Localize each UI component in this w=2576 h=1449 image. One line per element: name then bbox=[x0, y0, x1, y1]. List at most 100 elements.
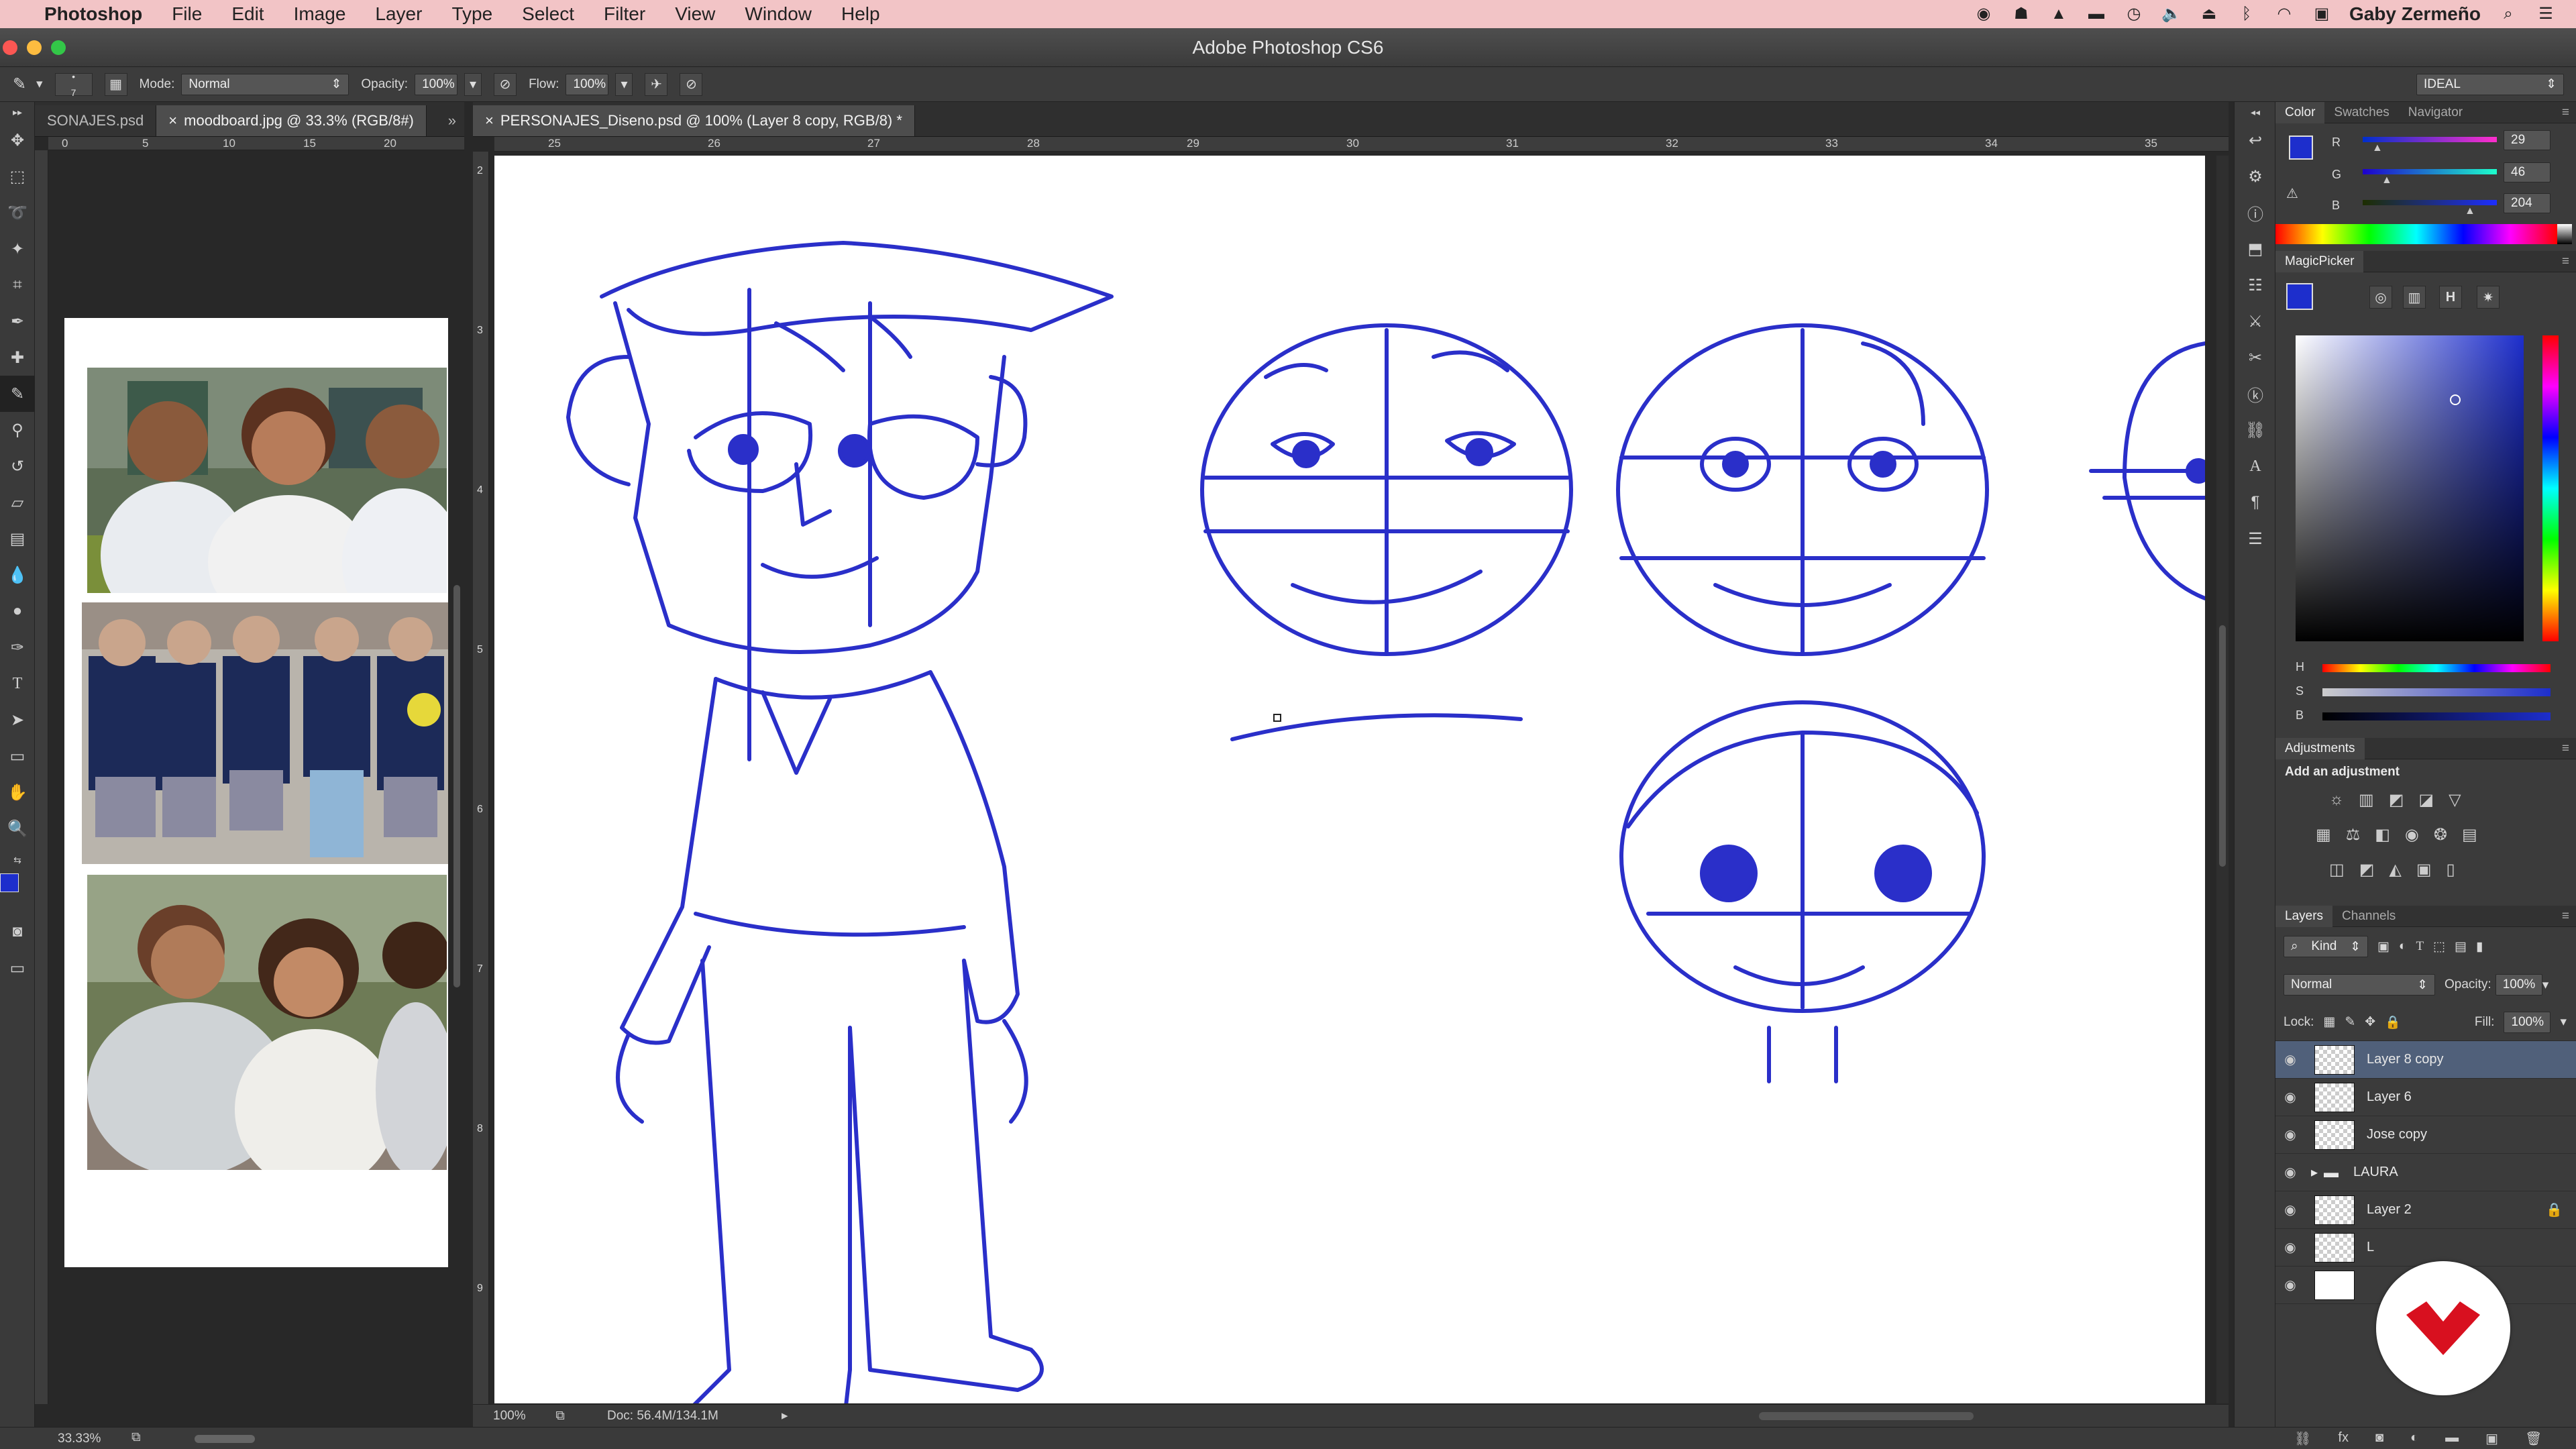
magicpicker-grayscale-icon[interactable]: ▥ bbox=[2403, 286, 2426, 309]
menu-file[interactable]: File bbox=[157, 3, 217, 25]
zoom-window-icon[interactable] bbox=[51, 40, 66, 55]
layer-row[interactable]: ◉ Layer 8 copy bbox=[2275, 1041, 2576, 1079]
airbrush-icon[interactable]: ✈ bbox=[645, 72, 668, 96]
panel-menu-icon[interactable]: ≡ bbox=[2562, 254, 2576, 269]
toggle-brush-panel-icon[interactable]: ▦ bbox=[104, 72, 127, 96]
filter-adjustment-icon[interactable]: ◐ bbox=[2399, 939, 2406, 954]
time-machine-icon[interactable]: ◷ bbox=[2124, 5, 2144, 23]
history-brush-tool-icon[interactable]: ↺ bbox=[0, 448, 35, 484]
layer-row[interactable]: ◉ Layer 2 🔒 bbox=[2275, 1191, 2576, 1229]
levels-icon[interactable]: ▥ bbox=[2359, 790, 2374, 810]
layer-opacity-field[interactable]: 100% bbox=[2495, 974, 2542, 996]
curves-icon[interactable]: ◩ bbox=[2389, 790, 2404, 810]
menu-image[interactable]: Image bbox=[279, 3, 361, 25]
blur-tool-icon[interactable]: 💧 bbox=[0, 557, 35, 593]
info-panel-icon[interactable]: ⓘ bbox=[2235, 195, 2276, 231]
path-selection-tool-icon[interactable]: ➤ bbox=[0, 702, 35, 738]
bluetooth-icon[interactable]: ᛒ bbox=[2237, 5, 2257, 23]
r-value-field[interactable]: 29 bbox=[2504, 130, 2551, 150]
move-tool-icon[interactable]: ✥ bbox=[0, 122, 35, 158]
black-white-icon[interactable]: ◧ bbox=[2375, 825, 2390, 845]
add-mask-icon[interactable]: ◙ bbox=[2375, 1430, 2383, 1447]
document-size-info[interactable]: Doc: 56.4M/134.1M bbox=[580, 1409, 782, 1424]
history-panel-icon[interactable]: ↩ bbox=[2235, 122, 2276, 158]
workspace-switcher[interactable]: IDEAL ⇕ bbox=[2416, 73, 2564, 95]
tool-presets-panel-icon[interactable]: ✂ bbox=[2235, 339, 2276, 376]
lock-position-icon[interactable]: ✥ bbox=[2365, 1014, 2375, 1030]
layer-opacity-dropdown-icon[interactable]: ▾ bbox=[2542, 977, 2549, 993]
color-balance-icon[interactable]: ⚖ bbox=[2346, 825, 2361, 845]
document-vertical-scroll-thumb[interactable] bbox=[2219, 625, 2226, 867]
layer-comps-panel-icon[interactable]: ☰ bbox=[2235, 521, 2276, 557]
fill-dropdown-icon[interactable]: ▾ bbox=[2560, 1014, 2567, 1030]
flow-field[interactable]: 100% bbox=[566, 73, 609, 95]
menu-type[interactable]: Type bbox=[437, 3, 507, 25]
marquee-tool-icon[interactable]: ⬚ bbox=[0, 158, 35, 195]
document-info-icon[interactable]: ⧉ bbox=[540, 1409, 580, 1424]
new-adjustment-layer-icon[interactable]: ◐ bbox=[2410, 1430, 2418, 1447]
photo-filter-icon[interactable]: ◉ bbox=[2405, 825, 2419, 845]
black-white-ramp[interactable] bbox=[2557, 224, 2572, 244]
tab-moodboard[interactable]: × moodboard.jpg @ 33.3% (RGB/8#) bbox=[156, 105, 427, 136]
color-picker-cursor[interactable] bbox=[2450, 394, 2461, 405]
filter-shape-icon[interactable]: ⬚ bbox=[2433, 939, 2445, 955]
lasso-tool-icon[interactable]: ➰ bbox=[0, 195, 35, 231]
visibility-eye-icon[interactable]: ◉ bbox=[2275, 1051, 2305, 1068]
pressure-opacity-icon[interactable]: ⊘ bbox=[494, 72, 517, 96]
menu-select[interactable]: Select bbox=[507, 3, 589, 25]
hue-strip[interactable] bbox=[2542, 335, 2559, 641]
layer-blend-mode-select[interactable]: Normal ⇕ bbox=[2284, 974, 2435, 996]
foreground-color-swatch[interactable] bbox=[0, 873, 19, 892]
tab-navigator[interactable]: Navigator bbox=[2399, 102, 2472, 123]
tab-adjustments[interactable]: Adjustments bbox=[2275, 737, 2365, 759]
delete-layer-icon[interactable]: 🗑 bbox=[2525, 1430, 2542, 1447]
new-group-icon[interactable]: ▬ bbox=[2445, 1430, 2459, 1447]
layer-kind-filter[interactable]: ⌕ Kind ⇕ bbox=[2284, 936, 2368, 957]
tab-layers[interactable]: Layers bbox=[2275, 905, 2333, 927]
brush-tool-icon[interactable]: ✎ bbox=[0, 376, 35, 412]
healing-brush-tool-icon[interactable]: ✚ bbox=[0, 339, 35, 376]
volume-icon[interactable]: 🔈 bbox=[2161, 5, 2182, 23]
magicpicker-settings-icon[interactable]: ✷ bbox=[2477, 286, 2500, 309]
mode-select[interactable]: Normal ⇕ bbox=[181, 73, 350, 95]
menu-edit[interactable]: Edit bbox=[217, 3, 278, 25]
kuler-panel-icon[interactable]: ⓚ bbox=[2235, 376, 2276, 412]
layer-style-icon[interactable]: fx bbox=[2338, 1430, 2349, 1447]
tab-magicpicker[interactable]: MagicPicker bbox=[2275, 250, 2364, 272]
gradient-map-icon[interactable]: ▽ bbox=[2449, 790, 2461, 810]
wifi-icon[interactable]: ◠ bbox=[2274, 5, 2294, 23]
visibility-eye-icon[interactable]: ◉ bbox=[2275, 1239, 2305, 1256]
character-panel-icon[interactable]: A bbox=[2235, 448, 2276, 484]
g-value-field[interactable]: 46 bbox=[2504, 162, 2551, 182]
threshold-icon[interactable]: ◭ bbox=[2389, 860, 2401, 879]
layer-group-row[interactable]: ◉ ▸ ▬ LAURA bbox=[2275, 1154, 2576, 1191]
opacity-dropdown-icon[interactable]: ▾ bbox=[464, 72, 482, 96]
minimize-window-icon[interactable] bbox=[27, 40, 42, 55]
b-slider[interactable]: ▲ bbox=[2363, 200, 2497, 217]
r-slider[interactable]: ▲ bbox=[2363, 137, 2497, 154]
menu-window[interactable]: Window bbox=[730, 3, 826, 25]
lock-transparent-icon[interactable]: ▦ bbox=[2323, 1014, 2335, 1030]
filter-type-icon[interactable]: T bbox=[2416, 939, 2424, 954]
flow-dropdown-icon[interactable]: ▾ bbox=[615, 72, 633, 96]
screen-icon[interactable]: ▣ bbox=[2312, 5, 2332, 23]
exposure-icon[interactable]: ◪ bbox=[2418, 790, 2434, 810]
zoom-tool-icon[interactable]: 🔍 bbox=[0, 810, 35, 847]
panel-menu-icon[interactable]: ≡ bbox=[2562, 909, 2576, 924]
color-panel-fg-swatch[interactable] bbox=[2289, 136, 2313, 160]
clone-stamp-tool-icon[interactable]: ⚲ bbox=[0, 412, 35, 448]
visibility-eye-icon[interactable]: ◉ bbox=[2275, 1277, 2305, 1293]
b-value-field[interactable]: 204 bbox=[2504, 193, 2551, 213]
menu-layer[interactable]: Layer bbox=[360, 3, 437, 25]
clone-source-panel-icon[interactable]: ⛓ bbox=[2235, 412, 2276, 448]
type-tool-icon[interactable]: T bbox=[0, 665, 35, 702]
magicpicker-h-mode-button[interactable]: H bbox=[2439, 286, 2462, 309]
spotlight-search-icon[interactable]: ⌕ bbox=[2498, 5, 2518, 23]
visibility-eye-icon[interactable]: ◉ bbox=[2275, 1201, 2305, 1218]
channel-mixer-icon[interactable]: ❂ bbox=[2434, 825, 2447, 845]
tab-close-icon[interactable]: × bbox=[485, 112, 494, 129]
layer-row[interactable]: ◉ Layer 6 bbox=[2275, 1079, 2576, 1116]
lock-image-icon[interactable]: ✎ bbox=[2345, 1014, 2355, 1030]
hue-saturation-icon[interactable]: ▯ bbox=[2447, 860, 2455, 879]
tab-swatches[interactable]: Swatches bbox=[2324, 102, 2398, 123]
